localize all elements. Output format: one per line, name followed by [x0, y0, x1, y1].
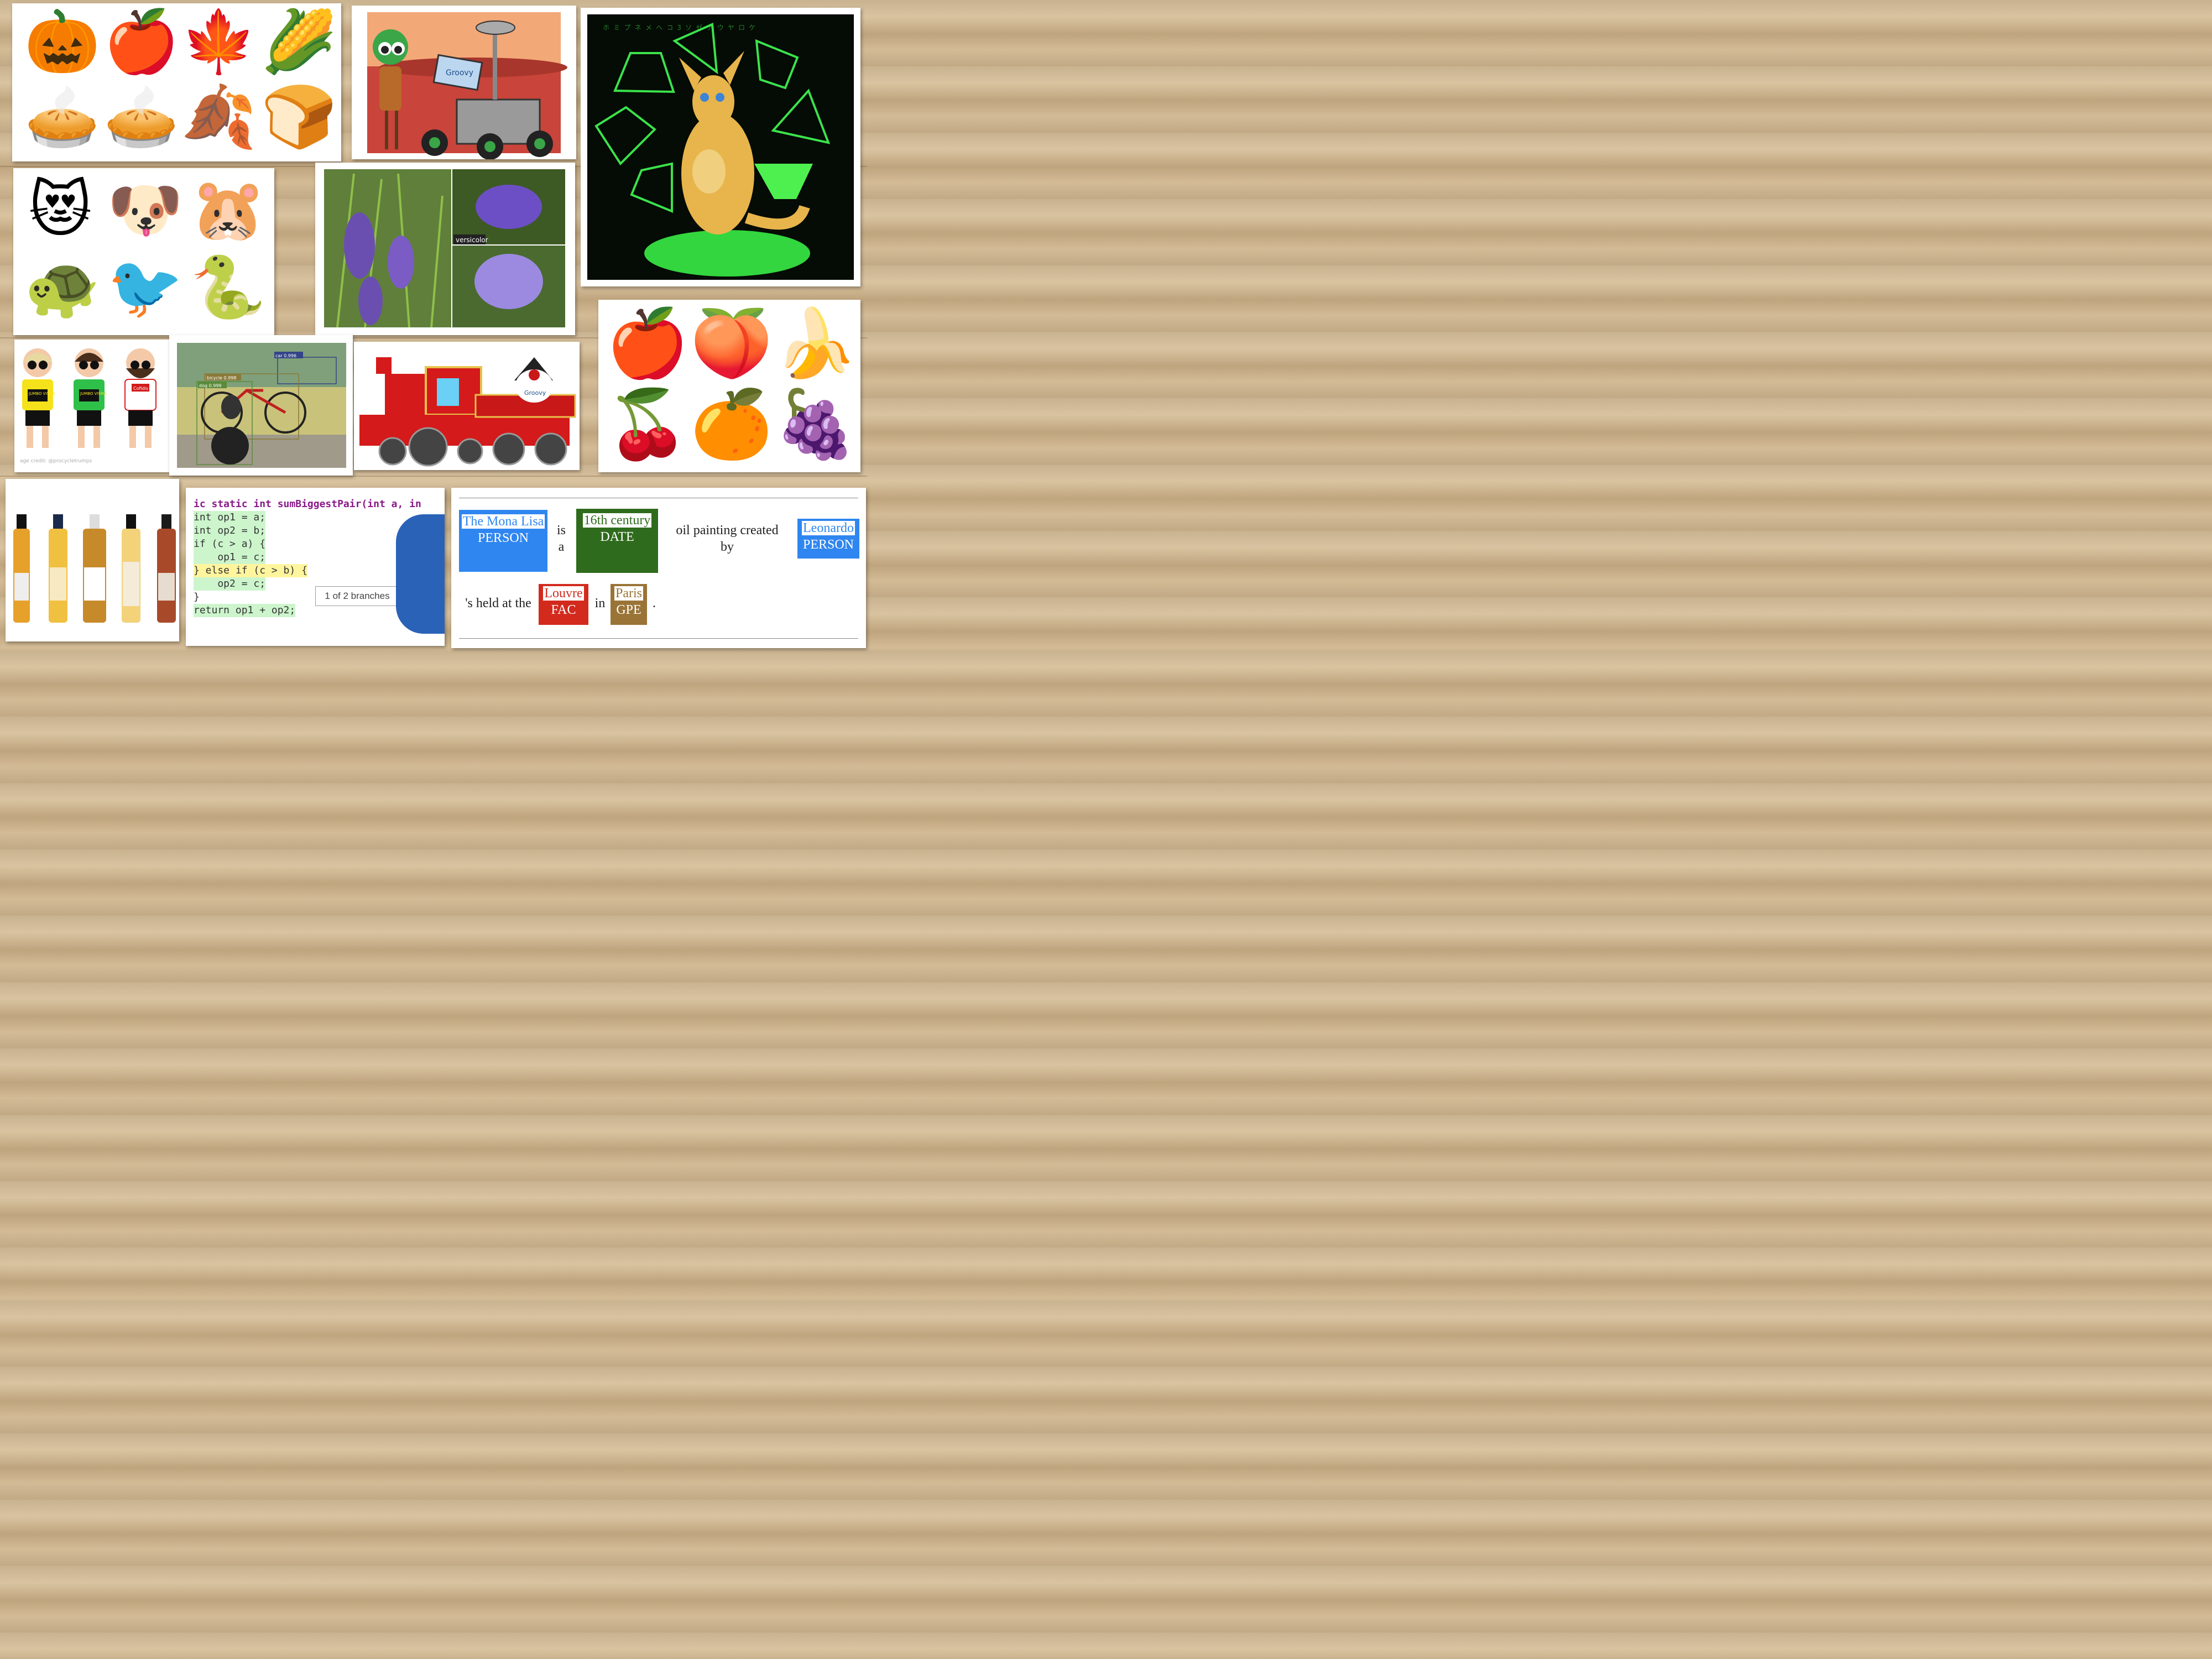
object-detection-tile: car 0.996 bicycle 0.998 dog 0.999: [169, 335, 353, 476]
kangaroo-illustration: ホ ミ プ ネ メ ヘ コ 3 ソ ゼ ア ウ ヤ ロ ケ: [587, 14, 854, 280]
entity-leonardo: Leonardo PERSON: [797, 519, 859, 559]
jersey-text-1: JUMBO VISMA: [28, 392, 55, 396]
iris-photos: versicolor: [324, 169, 565, 328]
code-line-2: int op1 = a;: [194, 511, 266, 524]
cyclist-polka: Cofidis: [124, 348, 156, 426]
iris-species-label: versicolor: [456, 236, 488, 244]
whisky-bottles-tile: [6, 479, 179, 641]
fruit-emoji-tile: 🍎 🍑 🍌 🍒 🍊 🍇: [598, 300, 860, 472]
snake-icon: 🐍: [190, 252, 266, 322]
banana-icon: 🍌: [774, 305, 857, 382]
pumpkin-icon: 🎃: [24, 6, 100, 77]
turtle-icon: 🐢: [24, 252, 100, 322]
animals-emoji-tile: 😻 🐶 🐹 🐢 🐦 🐍: [13, 168, 274, 335]
bottle-1: [13, 514, 30, 623]
entity-louvre: Louvre FAC: [539, 584, 588, 625]
apple-icon: 🍎: [606, 305, 689, 382]
bread-icon: 🍞: [261, 81, 337, 152]
apple-icon: 🍎: [103, 6, 179, 77]
jersey-text-3: Cofidis: [133, 386, 148, 391]
entity-16th-century: 16th century DATE: [576, 509, 658, 573]
maple-leaf-icon: 🍁: [181, 6, 257, 77]
code-line-1: ic static int sumBiggestPair(int a, in: [194, 498, 421, 510]
groovy-logo-icon: [396, 514, 445, 634]
cyclist-yellow: JUMBO VISMA: [22, 348, 55, 426]
named-entity-tile: The Mona Lisa PERSON is a 16th century D…: [451, 488, 866, 648]
word-period: .: [653, 596, 656, 611]
bottle-4: [122, 514, 140, 623]
cyclists-tile: JUMBO VISMA JUMBO VISMA Cofidis age cred…: [14, 340, 169, 472]
code-line-6: } else if (c > b) {: [194, 564, 307, 577]
matrix-rain-text: ホ ミ プ ネ メ ヘ コ 3 ソ ゼ ア ウ ヤ ロ ケ: [603, 24, 755, 32]
bottles-photo: [13, 514, 176, 623]
divider-bottom: [459, 638, 858, 639]
train-illustration: Groovy: [359, 357, 576, 467]
iris-photo-tile: versicolor: [315, 163, 575, 335]
detection-label-dog: dog 0.999: [199, 383, 222, 388]
fallen-leaves-icon: 🍂: [181, 81, 257, 152]
train-badge-text: Groovy: [524, 389, 546, 397]
cyclist-green: JUMBO VISMA: [74, 348, 107, 426]
autumn-emoji-tile: 🎃 🍎 🍁 🌽 🥧 🥧 🍂 🍞: [12, 3, 341, 161]
entity-mona-lisa: The Mona Lisa PERSON: [459, 510, 547, 572]
tangerine-icon: 🍊: [690, 386, 773, 463]
cyclists-illustration: JUMBO VISMA JUMBO VISMA Cofidis age cred…: [20, 348, 156, 464]
code-coverage-tile: ic static int sumBiggestPair(int a, in i…: [186, 488, 445, 646]
kangaroo-matrix-tile: ホ ミ プ ネ メ ヘ コ 3 ソ ゼ ア ウ ヤ ロ ケ: [581, 8, 860, 286]
pie-icon: 🥧: [103, 81, 179, 152]
word-held-at: 's held at the: [465, 596, 531, 611]
hamster-icon: 🐹: [190, 174, 266, 245]
peach-icon: 🍑: [690, 305, 773, 382]
dog-icon: 🐶: [107, 174, 183, 245]
rover-badge-text: Groovy: [446, 69, 473, 77]
code-line-3: int op2 = b;: [194, 524, 266, 538]
grapes-icon: 🍇: [774, 386, 857, 463]
bird-icon: 🐦: [107, 252, 183, 322]
rover-cartoon-tile: Groovy: [352, 6, 576, 159]
code-line-7: op2 = c;: [194, 577, 266, 591]
cherries-icon: 🍒: [606, 386, 689, 463]
branch-coverage-tooltip: 1 of 2 branches: [315, 586, 399, 606]
code-line-5: op1 = c;: [194, 551, 266, 564]
entity-paris: Paris GPE: [611, 584, 647, 625]
heart-eyes-cat-icon: 😻: [28, 174, 92, 245]
jersey-text-2: JUMBO VISMA: [80, 392, 107, 396]
corn-icon: 🌽: [261, 6, 337, 77]
code-line-4: if (c > a) {: [194, 538, 266, 551]
rover-illustration: Groovy: [367, 12, 567, 159]
pie-icon: 🥧: [24, 81, 100, 152]
bottle-3: [83, 514, 106, 623]
detection-photo: car 0.996 bicycle 0.998 dog 0.999: [177, 343, 346, 468]
detection-label-car: car 0.996: [275, 353, 296, 358]
word-in: in: [594, 596, 606, 611]
word-oil-painting: oil painting created by: [676, 523, 779, 554]
word-is-a: is a: [556, 523, 566, 554]
code-line-9: return op1 + op2;: [194, 604, 296, 617]
detection-label-bicycle: bicycle 0.998: [207, 375, 236, 380]
train-tile: Groovy: [354, 342, 580, 470]
bottle-5: [157, 514, 176, 623]
bottle-2: [49, 514, 67, 623]
image-credit: age credit: @procycletrumps: [20, 458, 92, 464]
